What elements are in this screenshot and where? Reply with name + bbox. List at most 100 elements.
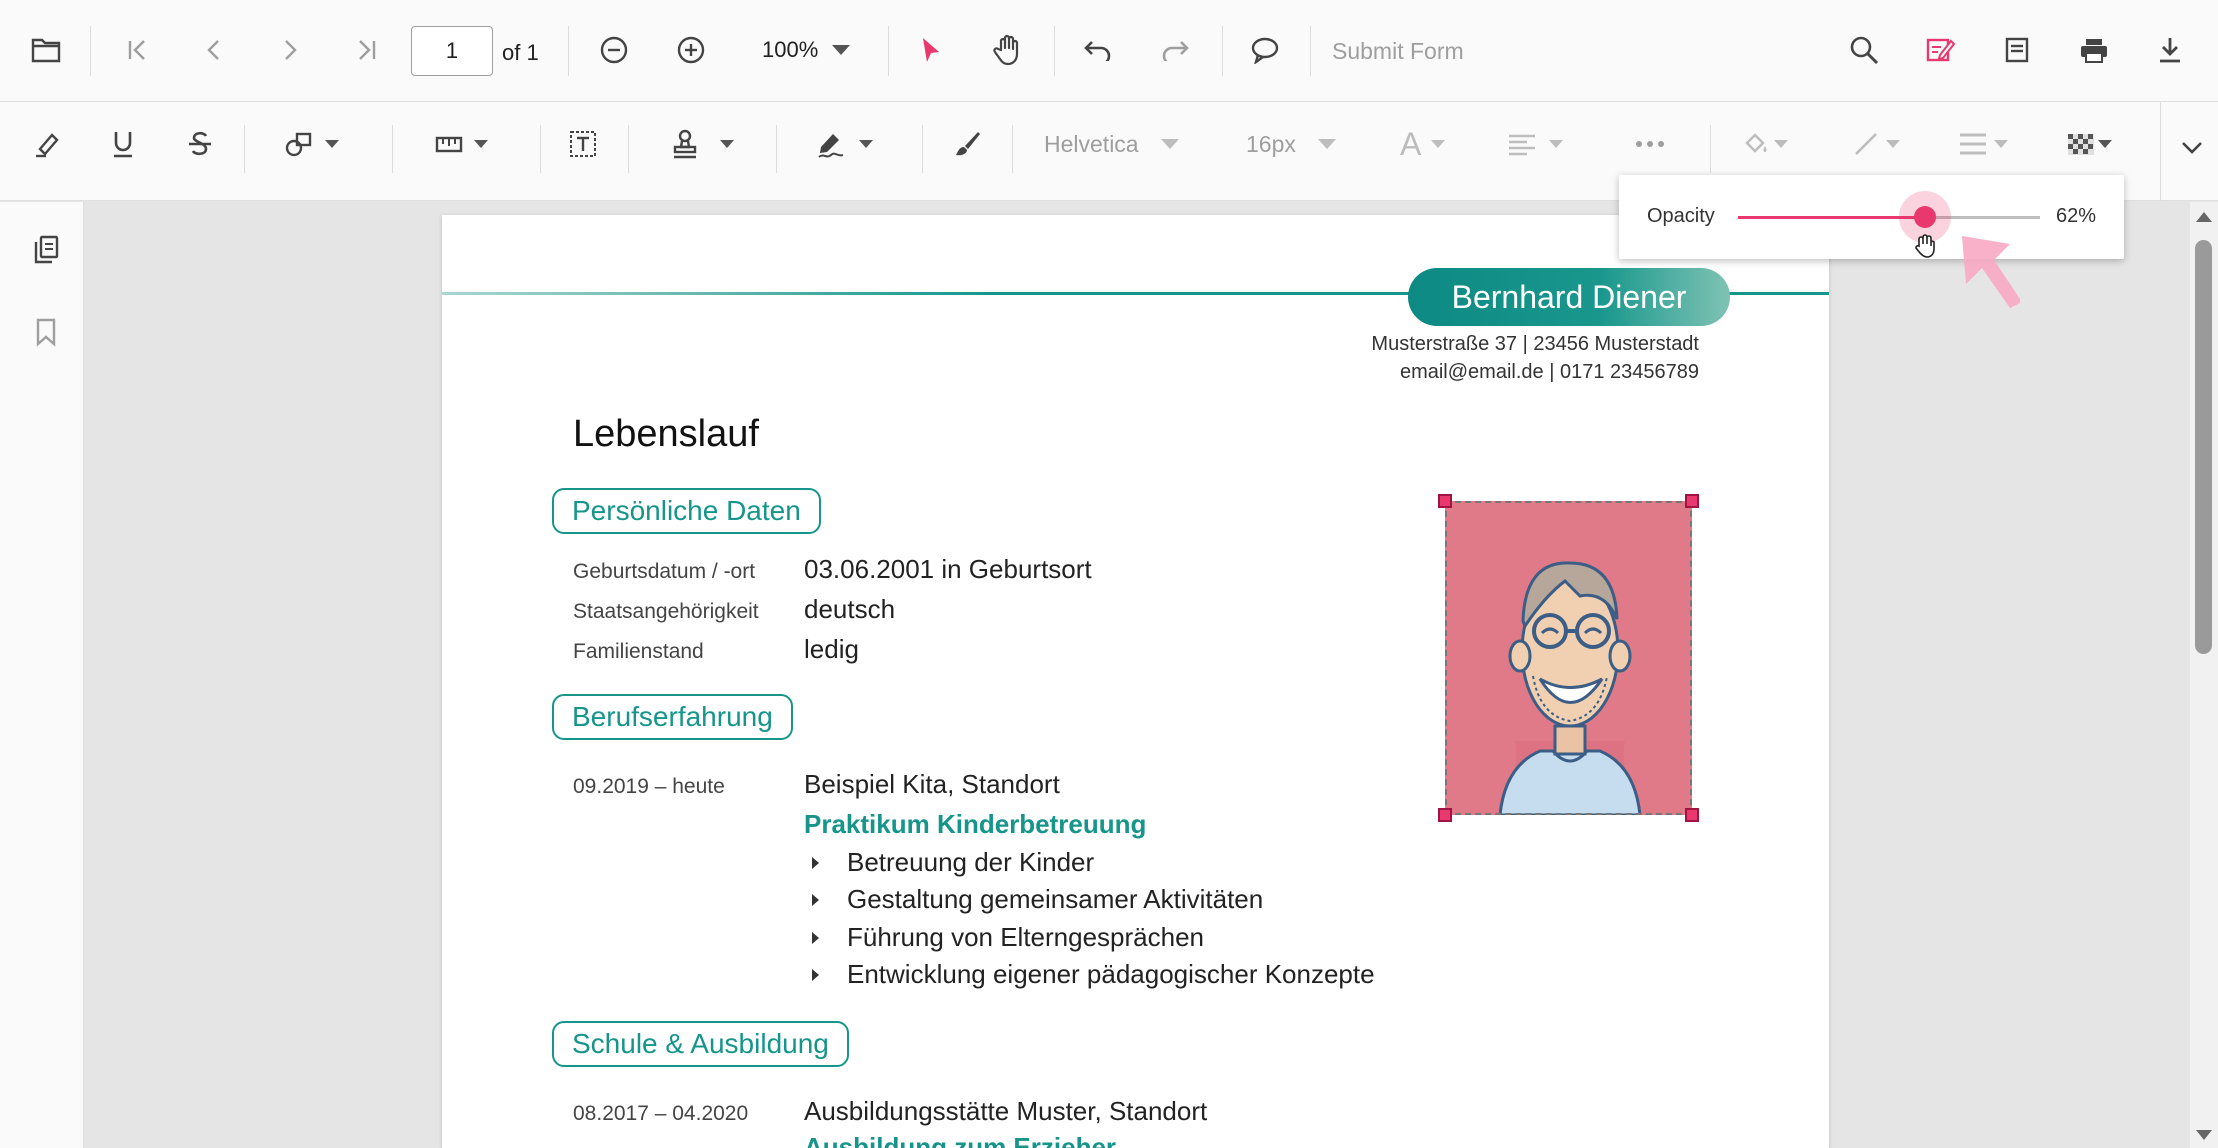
shapes-dropdown[interactable] bbox=[285, 124, 355, 164]
text-align-dropdown[interactable] bbox=[1507, 124, 1577, 164]
signature-dropdown[interactable] bbox=[815, 124, 895, 164]
list-item: Gestaltung gemeinsamer Aktivitäten bbox=[804, 884, 1263, 915]
scroll-down-icon[interactable] bbox=[2196, 1130, 2212, 1140]
resize-handle-top-left[interactable] bbox=[1438, 494, 1452, 508]
bookmark-icon[interactable] bbox=[26, 312, 66, 352]
opacity-popup: Opacity 62% bbox=[1619, 175, 2124, 259]
last-page-icon[interactable] bbox=[346, 30, 386, 70]
main-toolbar: of 1 100% Submit Form bbox=[0, 0, 2218, 102]
separator bbox=[2160, 102, 2161, 201]
download-icon[interactable] bbox=[2150, 30, 2190, 70]
underline-icon[interactable] bbox=[103, 124, 143, 164]
label-nationality: Staatsangehörigkeit bbox=[573, 600, 759, 623]
education-institution: Ausbildungsstätte Muster, Standort bbox=[804, 1096, 1208, 1126]
section-experience: Berufserfahrung bbox=[552, 694, 793, 740]
chevron-down-icon bbox=[832, 45, 851, 55]
stroke-color-dropdown[interactable] bbox=[1852, 124, 1914, 164]
name-badge: Bernhard Diener bbox=[1408, 268, 1730, 326]
separator bbox=[568, 26, 569, 76]
chevron-down-icon bbox=[1774, 140, 1788, 148]
chevron-down-icon bbox=[1317, 139, 1336, 149]
separator bbox=[90, 26, 91, 76]
experience-role: Praktikum Kinderbetreuung bbox=[804, 809, 1147, 839]
opacity-slider-thumb[interactable] bbox=[1914, 206, 1936, 228]
section-personal-data: Persönliche Daten bbox=[552, 488, 821, 534]
ink-brush-icon[interactable] bbox=[947, 124, 987, 164]
annotation-edit-icon[interactable] bbox=[1920, 30, 1960, 70]
chevron-down-icon bbox=[1431, 140, 1446, 148]
education-degree: Ausbildung zum Erzieher bbox=[804, 1132, 1117, 1148]
separator bbox=[776, 125, 777, 173]
separator bbox=[1222, 26, 1223, 76]
selection-border bbox=[1445, 501, 1692, 815]
zoom-dropdown[interactable]: 100% bbox=[752, 30, 862, 70]
label-birth: Geburtsdatum / -ort bbox=[573, 560, 756, 583]
separator bbox=[244, 125, 245, 173]
print-icon[interactable] bbox=[2074, 30, 2114, 70]
opacity-slider-track[interactable] bbox=[1738, 191, 2040, 243]
experience-date: 09.2019 – heute bbox=[573, 775, 725, 798]
pan-tool-icon[interactable] bbox=[988, 30, 1028, 70]
font-family-value: Helvetica bbox=[1044, 130, 1139, 157]
vertical-scrollbar[interactable] bbox=[2190, 202, 2218, 1148]
toolbar-collapse-icon[interactable] bbox=[2172, 128, 2212, 168]
previous-page-icon[interactable] bbox=[194, 30, 234, 70]
chevron-down-icon bbox=[325, 140, 339, 148]
undo-icon[interactable] bbox=[1078, 30, 1118, 70]
redo-icon[interactable] bbox=[1155, 30, 1195, 70]
selected-image-annotation[interactable] bbox=[1438, 494, 1699, 822]
free-text-icon[interactable] bbox=[563, 124, 603, 164]
pdf-page[interactable]: Bernhard Diener Musterstraße 37 | 23456 … bbox=[442, 215, 1829, 1148]
first-page-icon[interactable] bbox=[118, 30, 158, 70]
font-size-value: 16px bbox=[1246, 130, 1296, 157]
resize-handle-top-right[interactable] bbox=[1685, 494, 1699, 508]
scroll-up-icon[interactable] bbox=[2196, 212, 2212, 222]
measure-dropdown[interactable] bbox=[434, 124, 504, 164]
list-item: Führung von Elterngesprächen bbox=[804, 922, 1204, 953]
fill-color-dropdown[interactable] bbox=[1742, 124, 1804, 164]
more-options-icon[interactable] bbox=[1630, 124, 1670, 164]
contact-line: email@email.de | 0171 23456789 bbox=[1399, 361, 1699, 383]
separator bbox=[922, 125, 923, 173]
resize-handle-bottom-left[interactable] bbox=[1438, 808, 1452, 822]
form-fields-icon[interactable] bbox=[1997, 30, 2037, 70]
section-education: Schule & Ausbildung bbox=[552, 1021, 849, 1067]
scrollbar-thumb[interactable] bbox=[2195, 240, 2212, 654]
next-page-icon[interactable] bbox=[270, 30, 310, 70]
font-color-dropdown[interactable]: A bbox=[1400, 124, 1460, 164]
search-icon[interactable] bbox=[1844, 30, 1884, 70]
chevron-down-icon bbox=[1994, 140, 2008, 148]
page-thumbnails-icon[interactable] bbox=[26, 230, 66, 270]
opacity-dropdown[interactable] bbox=[2066, 124, 2128, 164]
stamp-dropdown[interactable] bbox=[670, 124, 750, 164]
comment-icon[interactable] bbox=[1245, 30, 1285, 70]
document-title: Lebenslauf bbox=[573, 413, 759, 455]
submit-form-button[interactable]: Submit Form bbox=[1332, 38, 1464, 65]
list-item: Entwicklung eigener pädagogischer Konzep… bbox=[804, 959, 1375, 990]
opacity-value: 62% bbox=[2055, 205, 2096, 227]
navigation-sidebar bbox=[0, 202, 84, 1148]
bullet-icon bbox=[812, 856, 819, 869]
selection-tool-icon[interactable] bbox=[910, 30, 950, 70]
open-file-icon[interactable] bbox=[26, 30, 66, 70]
separator bbox=[1012, 125, 1013, 173]
strikethrough-icon[interactable] bbox=[180, 124, 220, 164]
font-size-dropdown[interactable]: 16px bbox=[1240, 124, 1350, 164]
zoom-out-icon[interactable] bbox=[594, 30, 634, 70]
chevron-down-icon bbox=[1886, 140, 1900, 148]
chevron-down-icon bbox=[474, 140, 488, 148]
separator bbox=[1710, 125, 1711, 173]
highlight-icon[interactable] bbox=[26, 124, 66, 164]
opacity-label: Opacity bbox=[1647, 205, 1715, 227]
value-marital-status: ledig bbox=[804, 634, 859, 664]
font-family-dropdown[interactable]: Helvetica bbox=[1036, 124, 1186, 164]
thickness-dropdown[interactable] bbox=[1958, 124, 2020, 164]
chevron-down-icon bbox=[2098, 140, 2112, 148]
value-birth: 03.06.2001 in Geburtsort bbox=[804, 554, 1092, 584]
education-date: 08.2017 – 04.2020 bbox=[573, 1102, 749, 1125]
page-number-input[interactable] bbox=[411, 26, 493, 76]
chevron-down-icon bbox=[859, 140, 873, 148]
zoom-in-icon[interactable] bbox=[671, 30, 711, 70]
bullet-icon bbox=[812, 968, 819, 981]
resize-handle-bottom-right[interactable] bbox=[1685, 808, 1699, 822]
